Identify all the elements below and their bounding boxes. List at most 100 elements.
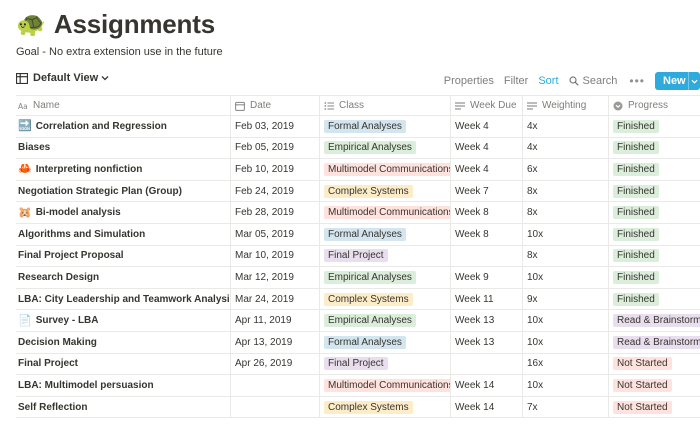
cell-name[interactable]: Biases <box>16 138 230 159</box>
cell-class[interactable]: Empirical Analyses <box>319 310 450 331</box>
cell-name[interactable]: Self Reflection <box>16 397 230 418</box>
cell-name[interactable]: Final Project Proposal <box>16 246 230 267</box>
cell-class[interactable]: Final Project <box>319 353 450 375</box>
table-row[interactable]: Research Design Mar 12, 2019 Empirical A… <box>16 267 700 289</box>
cell-week-due[interactable]: Week 11 <box>450 288 522 310</box>
cell-weighting[interactable]: 8x <box>522 180 608 202</box>
table-row[interactable]: Self Reflection Complex Systems Week 14 … <box>16 396 700 419</box>
cell-week-due[interactable]: Week 14 <box>450 396 522 418</box>
cell-weighting[interactable]: 6x <box>522 159 608 180</box>
cell-class[interactable]: Empirical Analyses <box>319 267 450 288</box>
cell-name[interactable]: 🐹 Bi-model analysis <box>16 202 230 223</box>
cell-week-due[interactable] <box>450 245 522 267</box>
table-row[interactable]: Algorithms and Simulation Mar 05, 2019 F… <box>16 223 700 246</box>
turtle-icon[interactable]: 🐢 <box>16 9 46 39</box>
cell-date[interactable] <box>230 396 319 418</box>
cell-week-due[interactable]: Week 9 <box>450 267 522 288</box>
cell-week-due[interactable]: Week 13 <box>450 331 522 353</box>
cell-progress[interactable]: Not Started <box>608 396 700 418</box>
cell-progress[interactable]: Finished <box>608 202 700 223</box>
new-dropdown-chevron-icon[interactable] <box>688 72 700 90</box>
cell-progress[interactable]: Finished <box>608 116 700 137</box>
cell-date[interactable]: Feb 05, 2019 <box>230 137 319 159</box>
cell-name[interactable]: Algorithms and Simulation <box>16 224 230 245</box>
column-header-progress[interactable]: Progress <box>608 96 700 115</box>
column-header-name[interactable]: Aa Name <box>16 96 230 115</box>
cell-name[interactable]: 📄 Survey - LBA <box>16 310 230 331</box>
cell-class[interactable]: Formal Analyses <box>319 223 450 245</box>
cell-name[interactable]: Decision Making <box>16 332 230 353</box>
new-button[interactable]: New <box>655 72 700 90</box>
cell-progress[interactable]: Finished <box>608 288 700 310</box>
cell-name[interactable]: LBA: City Leadership and Teamwork Analys… <box>16 289 230 310</box>
cell-progress[interactable]: Finished <box>608 159 700 180</box>
cell-class[interactable]: Formal Analyses <box>319 116 450 137</box>
table-row[interactable]: Decision Making Apr 13, 2019 Formal Anal… <box>16 331 700 354</box>
cell-class[interactable]: Complex Systems <box>319 288 450 310</box>
table-row[interactable]: LBA: Multimodel persuasion Multimodel Co… <box>16 375 700 397</box>
cell-class[interactable]: Multimodel Communications <box>319 375 450 396</box>
cell-week-due[interactable]: Week 4 <box>450 159 522 180</box>
properties-button[interactable]: Properties <box>444 75 494 87</box>
cell-weighting[interactable]: 10x <box>522 331 608 353</box>
cell-week-due[interactable]: Week 8 <box>450 202 522 223</box>
cell-progress[interactable]: Finished <box>608 137 700 159</box>
cell-progress[interactable]: Read & Brainstorming <box>608 331 700 353</box>
column-header-weighting[interactable]: Weighting <box>522 96 608 115</box>
cell-date[interactable]: Feb 24, 2019 <box>230 180 319 202</box>
cell-date[interactable]: Apr 13, 2019 <box>230 331 319 353</box>
table-row[interactable]: 🔜 Correlation and Regression Feb 03, 2019… <box>16 116 700 138</box>
cell-date[interactable] <box>230 375 319 396</box>
cell-class[interactable]: Empirical Analyses <box>319 137 450 159</box>
cell-week-due[interactable] <box>450 353 522 375</box>
cell-name[interactable]: Negotiation Strategic Plan (Group) <box>16 181 230 202</box>
cell-weighting[interactable]: 9x <box>522 288 608 310</box>
cell-week-due[interactable]: Week 4 <box>450 116 522 137</box>
cell-weighting[interactable]: 8x <box>522 245 608 267</box>
cell-progress[interactable]: Not Started <box>608 375 700 396</box>
cell-week-due[interactable]: Week 4 <box>450 137 522 159</box>
cell-class[interactable]: Final Project <box>319 245 450 267</box>
search-button[interactable]: Search <box>568 75 617 87</box>
cell-week-due[interactable]: Week 7 <box>450 180 522 202</box>
cell-date[interactable]: Feb 28, 2019 <box>230 202 319 223</box>
cell-weighting[interactable]: 10x <box>522 223 608 245</box>
cell-date[interactable]: Mar 10, 2019 <box>230 245 319 267</box>
cell-weighting[interactable]: 10x <box>522 375 608 396</box>
cell-progress[interactable]: Finished <box>608 245 700 267</box>
cell-weighting[interactable]: 10x <box>522 310 608 331</box>
cell-name[interactable]: 🦀 Interpreting nonfiction <box>16 159 230 180</box>
view-switcher[interactable]: Default View <box>16 72 109 84</box>
cell-progress[interactable]: Not Started <box>608 353 700 375</box>
page-description[interactable]: Goal - No extra extension use in the fut… <box>16 46 223 58</box>
cell-weighting[interactable]: 8x <box>522 202 608 223</box>
more-options-icon[interactable]: ••• <box>629 74 645 88</box>
cell-name[interactable]: 🔜 Correlation and Regression <box>16 116 230 137</box>
cell-class[interactable]: Formal Analyses <box>319 331 450 353</box>
table-row[interactable]: LBA: City Leadership and Teamwork Analys… <box>16 288 700 311</box>
cell-week-due[interactable]: Week 13 <box>450 310 522 331</box>
table-row[interactable]: 🐹 Bi-model analysis Feb 28, 2019 Multimod… <box>16 202 700 224</box>
cell-weighting[interactable]: 7x <box>522 396 608 418</box>
cell-name[interactable]: LBA: Multimodel persuasion <box>16 375 230 396</box>
sort-button[interactable]: Sort <box>538 75 558 87</box>
column-header-week-due[interactable]: Week Due <box>450 96 522 115</box>
cell-name[interactable]: Final Project <box>16 354 230 375</box>
cell-date[interactable]: Feb 03, 2019 <box>230 116 319 137</box>
cell-weighting[interactable]: 4x <box>522 116 608 137</box>
table-row[interactable]: Final Project Apr 26, 2019 Final Project… <box>16 353 700 376</box>
cell-date[interactable]: Apr 26, 2019 <box>230 353 319 375</box>
table-row[interactable]: Negotiation Strategic Plan (Group) Feb 2… <box>16 180 700 203</box>
cell-progress[interactable]: Finished <box>608 223 700 245</box>
cell-progress[interactable]: Finished <box>608 180 700 202</box>
cell-date[interactable]: Feb 10, 2019 <box>230 159 319 180</box>
column-header-class[interactable]: Class <box>319 96 450 115</box>
cell-weighting[interactable]: 4x <box>522 137 608 159</box>
column-header-date[interactable]: Date <box>230 96 319 115</box>
cell-date[interactable]: Mar 24, 2019 <box>230 288 319 310</box>
cell-name[interactable]: Research Design <box>16 267 230 288</box>
cell-week-due[interactable]: Week 8 <box>450 223 522 245</box>
cell-date[interactable]: Apr 11, 2019 <box>230 310 319 331</box>
cell-class[interactable]: Complex Systems <box>319 396 450 418</box>
cell-date[interactable]: Mar 12, 2019 <box>230 267 319 288</box>
